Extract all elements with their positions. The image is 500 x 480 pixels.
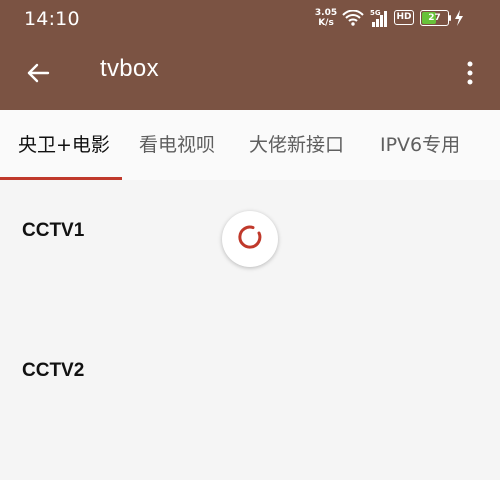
hd-badge: HD (394, 10, 414, 25)
back-button[interactable] (20, 57, 56, 93)
network-speed: 3.05 K/s (311, 8, 341, 28)
battery-level: 27 (428, 13, 441, 23)
tab-cctv-movies[interactable]: 央卫+电影 (18, 110, 110, 180)
app-toolbar: tvbox (0, 40, 500, 110)
channel-item-cctv1[interactable]: CCTV1 (22, 220, 84, 242)
more-vertical-icon (467, 61, 473, 89)
page-title: tvbox (100, 55, 159, 82)
charging-icon (454, 10, 464, 30)
cellular-signal-icon: 5G (370, 8, 390, 32)
battery-cap (449, 15, 451, 21)
tab-new-interface[interactable]: 大佬新接口 (249, 110, 344, 180)
category-tab-bar: 央卫+电影 看电视呗 大佬新接口 IPV6专用 (0, 110, 500, 180)
network-type-label: 5G (370, 9, 381, 17)
arrow-left-icon (25, 60, 51, 90)
wifi-icon (342, 9, 364, 30)
more-options-button[interactable] (456, 57, 484, 93)
tab-watch-tv[interactable]: 看电视呗 (139, 110, 215, 180)
refresh-icon (235, 222, 265, 256)
status-time: 14:10 (24, 8, 80, 30)
loading-spinner (222, 211, 278, 267)
channel-list: CCTV1 CCTV2 (0, 180, 500, 480)
network-speed-value: 3.05 (314, 8, 338, 18)
status-bar: 14:10 3.05 K/s 5G HD 27 (0, 0, 500, 40)
tab-ipv6[interactable]: IPV6专用 (380, 110, 460, 180)
channel-item-cctv2[interactable]: CCTV2 (22, 360, 84, 382)
battery-icon: 27 (420, 10, 449, 26)
network-speed-unit: K/s (318, 18, 334, 28)
